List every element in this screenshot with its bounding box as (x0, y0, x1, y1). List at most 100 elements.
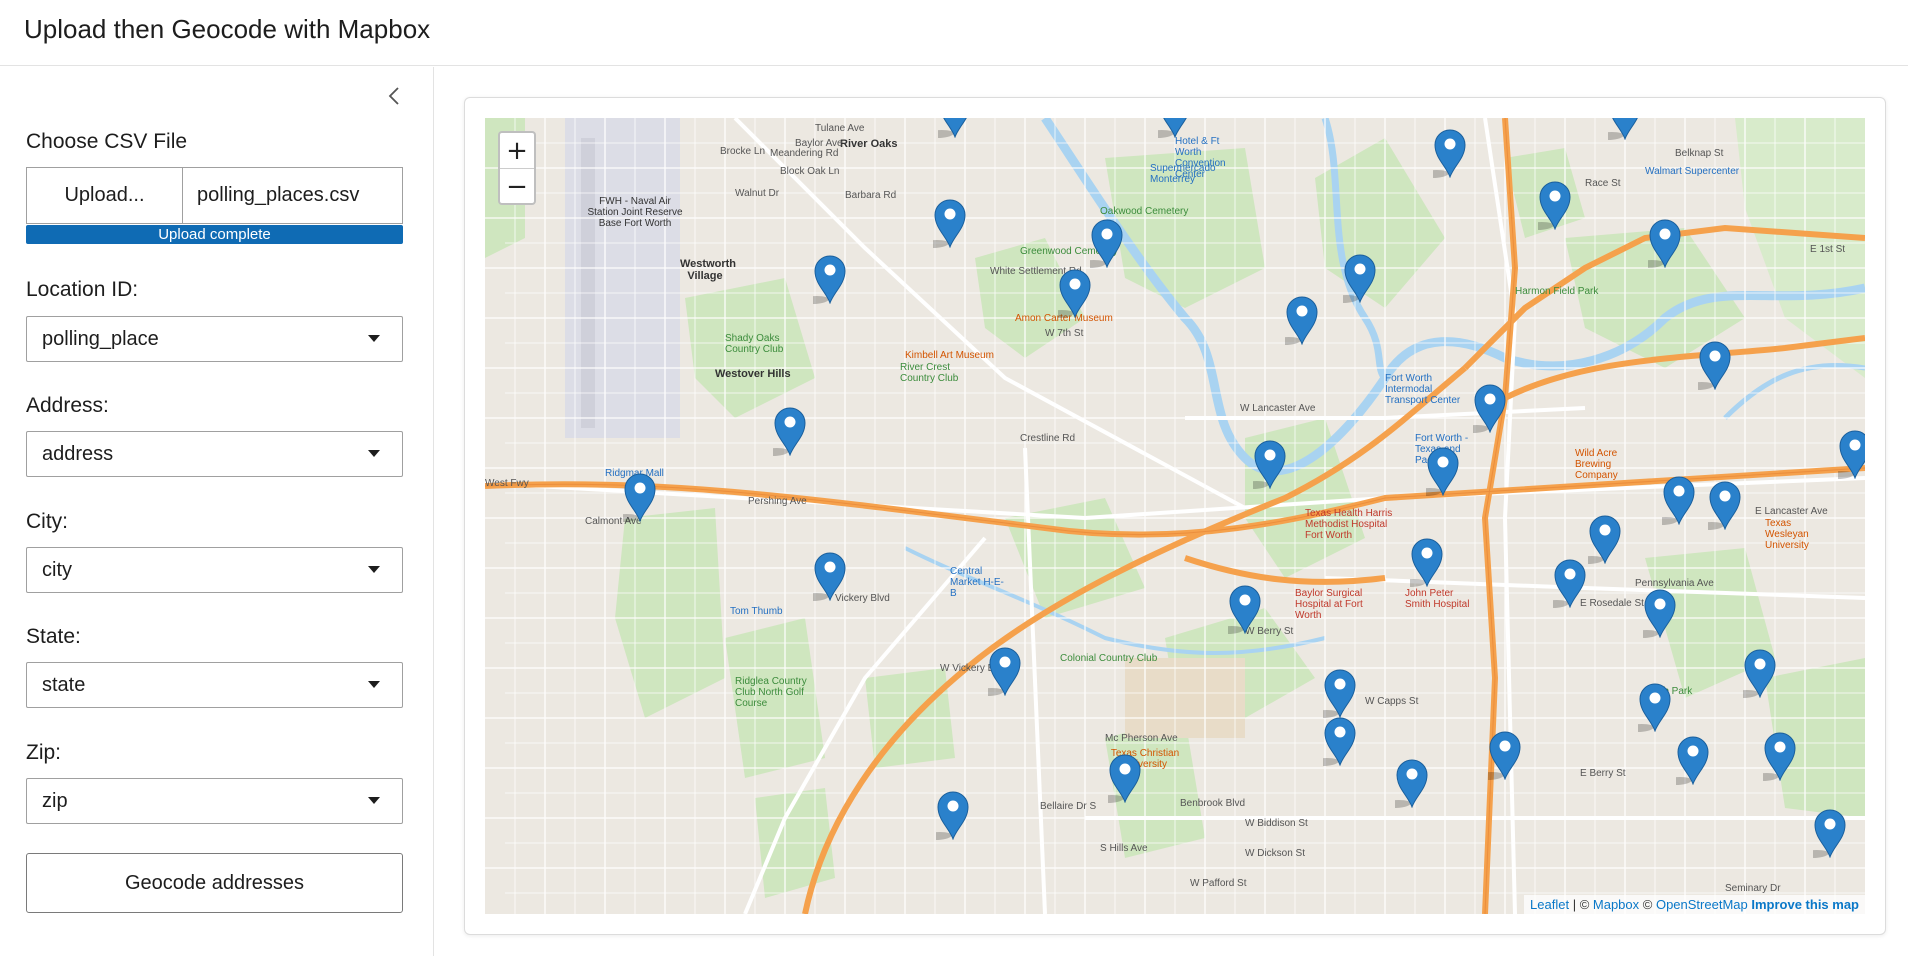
map-marker-icon[interactable] (1045, 268, 1092, 319)
caret-down-icon (368, 566, 380, 573)
improve-map-link[interactable]: Improve this map (1751, 897, 1859, 912)
map-label-west-fwy: West Fwy (485, 478, 529, 489)
map-label-shady-oaks: Shady Oaks Country Club (725, 333, 784, 355)
map-marker-icon[interactable] (1635, 218, 1682, 269)
map-label-river-oaks: River Oaks (840, 138, 898, 150)
map-label-bellaire: Bellaire Dr S (1040, 801, 1097, 812)
map-marker-icon[interactable] (610, 472, 657, 523)
address-label: Address: (26, 394, 109, 417)
map-marker-icon[interactable] (920, 198, 967, 249)
map-label-lancaster: W Lancaster Ave (1240, 403, 1316, 414)
map-marker-icon[interactable] (1595, 118, 1642, 141)
map-label-convention: Hotel & Ft Worth Convention Center (1175, 136, 1226, 180)
map-label-crestline: Crestline Rd (1020, 433, 1076, 444)
state-select[interactable]: state (26, 662, 403, 708)
map-label-race: Race St (1585, 178, 1621, 189)
map-marker-icon[interactable] (1540, 558, 1587, 609)
map-marker-icon[interactable] (760, 406, 807, 457)
map-marker-icon[interactable] (800, 254, 847, 305)
map-marker-icon[interactable] (1215, 584, 1262, 635)
attribution-sep: | © (1569, 897, 1593, 912)
map-marker-icon[interactable] (1420, 128, 1467, 179)
location-id-select[interactable]: polling_place (26, 316, 403, 362)
map-marker-icon[interactable] (1460, 383, 1507, 434)
map-label-texas-wesleyan: Texas Wesleyan University (1765, 518, 1809, 551)
map-marker-icon[interactable] (1382, 758, 1429, 809)
map-label-barbara: Barbara Rd (845, 190, 897, 201)
map-marker-icon[interactable] (1630, 588, 1677, 639)
zoom-in-button[interactable]: + (500, 133, 534, 169)
caret-down-icon (368, 335, 380, 342)
map-marker-icon[interactable] (1525, 180, 1572, 231)
map-label-naval: FWH - Naval Air Station Joint Reserve Ba… (587, 196, 683, 229)
map-label-block-oak: Block Oak Ln (780, 166, 840, 177)
zoom-out-button[interactable]: − (500, 169, 534, 204)
location-id-label: Location ID: (26, 278, 139, 301)
city-label: City: (26, 510, 68, 533)
map-label-e-lancaster: E Lancaster Ave (1755, 506, 1828, 517)
city-value: city (42, 558, 72, 581)
address-value: address (42, 442, 114, 465)
map-marker-icon[interactable] (975, 646, 1022, 697)
map-marker-icon[interactable] (1800, 808, 1847, 859)
map-marker-icon[interactable] (1397, 537, 1444, 588)
map[interactable]: River Oaks Tulane Ave Baylor Ave Brocke … (485, 118, 1865, 914)
map-label-w-7th: W 7th St (1045, 328, 1084, 339)
map-marker-icon[interactable] (1649, 475, 1696, 526)
map-attribution: Leaflet | © Mapbox © OpenStreetMap Impro… (1524, 895, 1865, 914)
map-label-westover: Westover Hills (715, 368, 791, 380)
map-label-kimbell: Kimbell Art Museum (905, 350, 994, 361)
map-label-walnut: Walnut Dr (735, 188, 780, 199)
map-marker-icon[interactable] (923, 790, 970, 841)
upload-progress-bar: Upload complete (26, 225, 403, 244)
file-name-field[interactable]: polling_places.csv (183, 167, 403, 224)
leaflet-link[interactable]: Leaflet (1530, 897, 1569, 912)
map-marker-icon[interactable] (1272, 295, 1319, 346)
map-marker-icon[interactable] (1095, 753, 1142, 804)
state-value: state (42, 673, 86, 696)
map-marker-icon[interactable] (1330, 253, 1377, 304)
map-marker-icon[interactable] (1750, 731, 1797, 782)
zip-select[interactable]: zip (26, 778, 403, 824)
zoom-control: + − (498, 131, 536, 205)
map-label-texas-health: Texas Health Harris Methodist Hospital F… (1305, 508, 1393, 541)
city-select[interactable]: city (26, 547, 403, 593)
map-marker-icon[interactable] (1663, 735, 1710, 786)
location-id-value: polling_place (42, 327, 159, 350)
osm-link[interactable]: OpenStreetMap (1656, 897, 1748, 912)
map-marker-icon[interactable] (1685, 340, 1732, 391)
zip-value: zip (42, 789, 68, 812)
map-label-walmart: Walmart Supercenter (1645, 166, 1740, 177)
map-label-harmon: Harmon Field Park (1515, 286, 1599, 297)
map-marker-icon[interactable] (1413, 446, 1460, 497)
map-label-seminary: Seminary Dr (1725, 883, 1781, 894)
map-marker-icon[interactable] (1240, 439, 1287, 490)
map-marker-icon[interactable] (1475, 730, 1522, 781)
progress-text: Upload complete (158, 226, 271, 243)
map-marker-icon[interactable] (1575, 514, 1622, 565)
map-marker-icon[interactable] (925, 118, 972, 139)
map-label-mcpherson: Mc Pherson Ave (1105, 733, 1178, 744)
address-select[interactable]: address (26, 431, 403, 477)
map-marker-icon[interactable] (800, 551, 847, 602)
map-label-pershing: Pershing Ave (748, 496, 807, 507)
map-marker-icon[interactable] (1730, 648, 1777, 699)
collapse-sidebar-button[interactable] (384, 84, 404, 108)
map-marker-icon[interactable] (1077, 218, 1124, 269)
map-marker-icon[interactable] (1625, 682, 1672, 733)
map-marker-icon[interactable] (1310, 668, 1357, 719)
map-label-dickson: W Dickson St (1245, 848, 1306, 859)
map-label-john-peter: John Peter Smith Hospital (1405, 588, 1470, 610)
map-label-biddison: W Biddison St (1245, 818, 1308, 829)
geocode-addresses-button[interactable]: Geocode addresses (26, 853, 403, 913)
map-marker-icon[interactable] (1145, 118, 1192, 139)
mapbox-link[interactable]: Mapbox (1593, 897, 1639, 912)
map-label-baylor-surgical: Baylor Surgical Hospital at Fort Worth (1295, 588, 1363, 621)
caret-down-icon (368, 797, 380, 804)
map-marker-icon[interactable] (1695, 480, 1742, 531)
map-marker-icon[interactable] (1310, 716, 1357, 767)
map-label-south-hills: S Hills Ave (1100, 843, 1148, 854)
map-marker-icon[interactable] (1825, 429, 1865, 480)
map-label-benbrook: Benbrook Blvd (1180, 798, 1246, 809)
upload-button[interactable]: Upload... (26, 167, 183, 224)
